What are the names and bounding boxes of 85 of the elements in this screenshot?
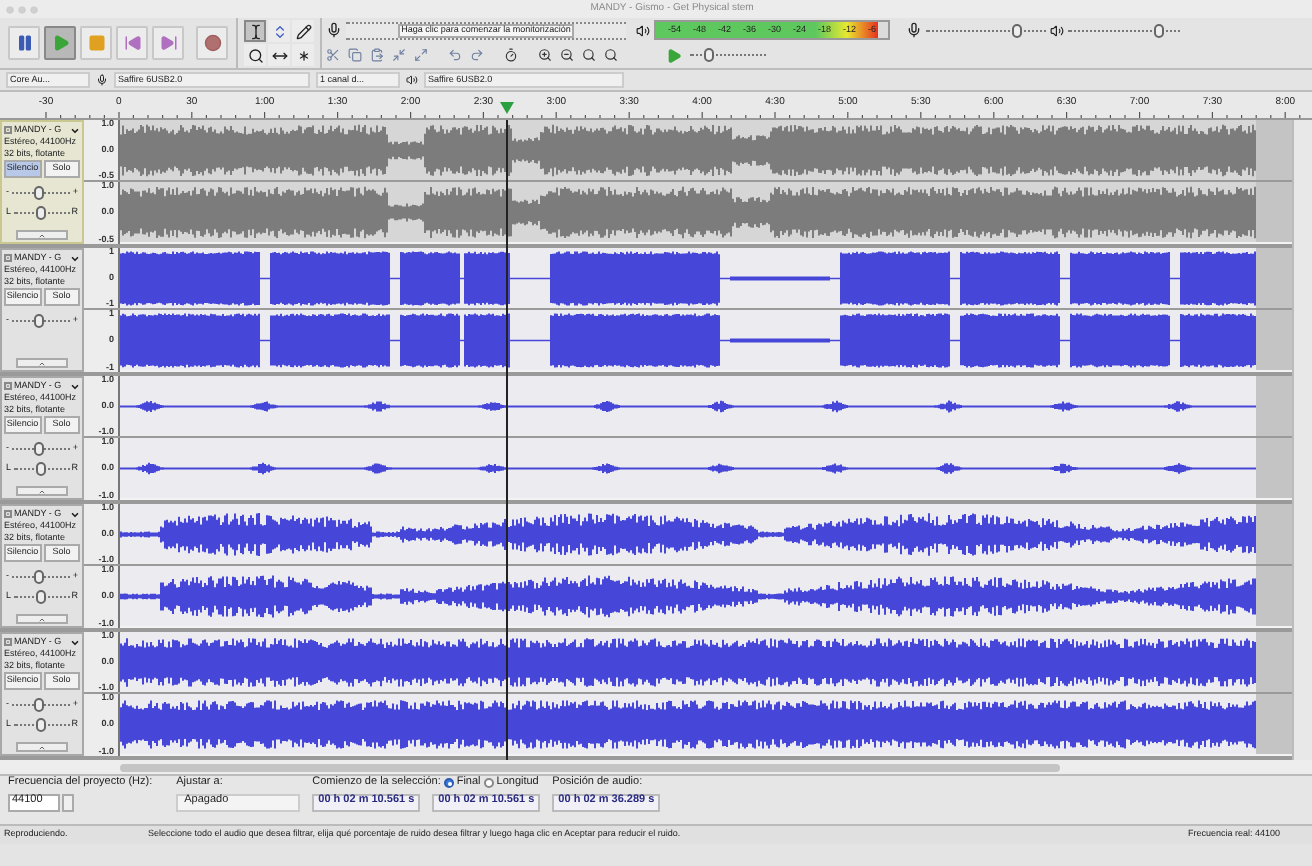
microphone-icon [906, 22, 922, 39]
speaker-icon [636, 23, 650, 38]
waveform-drawing[interactable] [120, 310, 1292, 370]
gain-slider[interactable] [11, 439, 71, 457]
waveform-drawing[interactable] [120, 182, 1292, 242]
dropdown-icon[interactable] [70, 253, 80, 263]
play-speed-slider[interactable] [690, 46, 766, 65]
record-button[interactable] [196, 26, 228, 60]
zoom-tool-button[interactable] [244, 44, 266, 66]
slider-thumb[interactable] [34, 697, 45, 711]
draw-tool-button[interactable] [292, 20, 314, 42]
close-icon[interactable] [4, 638, 12, 646]
zoom-icon [247, 47, 263, 63]
zoom-out-icon[interactable] [560, 48, 574, 63]
close-icon[interactable] [4, 254, 12, 262]
microphone-icon [326, 22, 342, 39]
pan-slider[interactable] [13, 459, 70, 477]
waveform-drawing[interactable] [120, 632, 1292, 692]
gain-slider[interactable] [11, 567, 71, 585]
slider-thumb[interactable] [34, 569, 45, 583]
waveform-drawing[interactable] [120, 376, 1292, 436]
cut-icon[interactable] [326, 48, 340, 63]
close-icon[interactable] [4, 510, 12, 518]
slider-thumb[interactable] [34, 441, 45, 455]
timer-icon[interactable] [504, 48, 518, 63]
pencil-icon [295, 23, 311, 39]
select-tool-button[interactable] [244, 20, 266, 42]
zoom-in-icon[interactable] [538, 48, 552, 63]
skip-start-icon [123, 34, 141, 52]
radio-button[interactable] [484, 778, 495, 789]
waveform-drawing[interactable] [120, 438, 1292, 498]
multi-tool-button[interactable] [292, 44, 314, 66]
dropdown-icon[interactable] [70, 125, 80, 135]
output-volume-slider[interactable] [1068, 21, 1180, 40]
pan-slider[interactable] [13, 715, 70, 733]
input-volume-slider[interactable] [926, 21, 1046, 40]
slider-thumb[interactable] [1154, 23, 1165, 38]
double-arrow-icon [271, 47, 287, 63]
dropdown-icon[interactable] [70, 637, 80, 647]
paste-icon[interactable] [370, 48, 384, 63]
close-icon[interactable] [4, 382, 12, 390]
slider-thumb[interactable] [35, 589, 46, 603]
radio-button[interactable] [444, 778, 455, 789]
text-cursor-icon [247, 23, 263, 39]
dropdown-icon[interactable] [70, 381, 80, 391]
pan-slider[interactable] [13, 203, 70, 221]
gain-slider[interactable] [11, 311, 71, 329]
record-icon [203, 34, 221, 52]
undo-icon[interactable] [448, 48, 462, 63]
gain-slider[interactable] [11, 183, 71, 201]
redo-icon[interactable] [470, 48, 484, 63]
pause-button[interactable] [8, 26, 40, 60]
slider-thumb[interactable] [1011, 23, 1022, 38]
skip-end-icon [159, 34, 177, 52]
microphone-icon [96, 74, 108, 86]
slider-thumb[interactable] [34, 313, 45, 327]
pause-icon [15, 34, 33, 52]
waveform-drawing[interactable] [120, 248, 1292, 308]
speaker-icon [1050, 23, 1064, 38]
envelope-icon [271, 23, 287, 39]
waveform-drawing[interactable] [120, 694, 1292, 754]
skip-start-button[interactable] [116, 26, 148, 60]
pan-slider[interactable] [13, 587, 70, 605]
slider-thumb[interactable] [35, 717, 46, 731]
vertical-scrollbar[interactable] [1292, 120, 1312, 760]
waveform-drawing[interactable] [120, 566, 1292, 626]
asterisk-icon [295, 47, 311, 63]
play-icon [51, 34, 69, 52]
speaker-icon [406, 74, 418, 86]
slider-thumb[interactable] [34, 185, 45, 199]
playhead-marker-icon[interactable] [500, 102, 514, 114]
slider-thumb[interactable] [703, 48, 713, 63]
gain-slider[interactable] [11, 695, 71, 713]
skip-end-button[interactable] [152, 26, 184, 60]
copy-icon[interactable] [348, 48, 362, 63]
time-shift-tool-button[interactable] [268, 44, 290, 66]
waveform-drawing[interactable] [120, 120, 1292, 180]
slider-thumb[interactable] [35, 461, 46, 475]
horizontal-scrollbar[interactable] [120, 763, 1060, 771]
close-icon[interactable] [4, 126, 12, 134]
dropdown-icon[interactable] [70, 509, 80, 519]
stop-icon [87, 34, 105, 52]
envelope-tool-button[interactable] [268, 20, 290, 42]
waveform-drawing[interactable] [120, 504, 1292, 564]
slider-thumb[interactable] [35, 205, 46, 219]
